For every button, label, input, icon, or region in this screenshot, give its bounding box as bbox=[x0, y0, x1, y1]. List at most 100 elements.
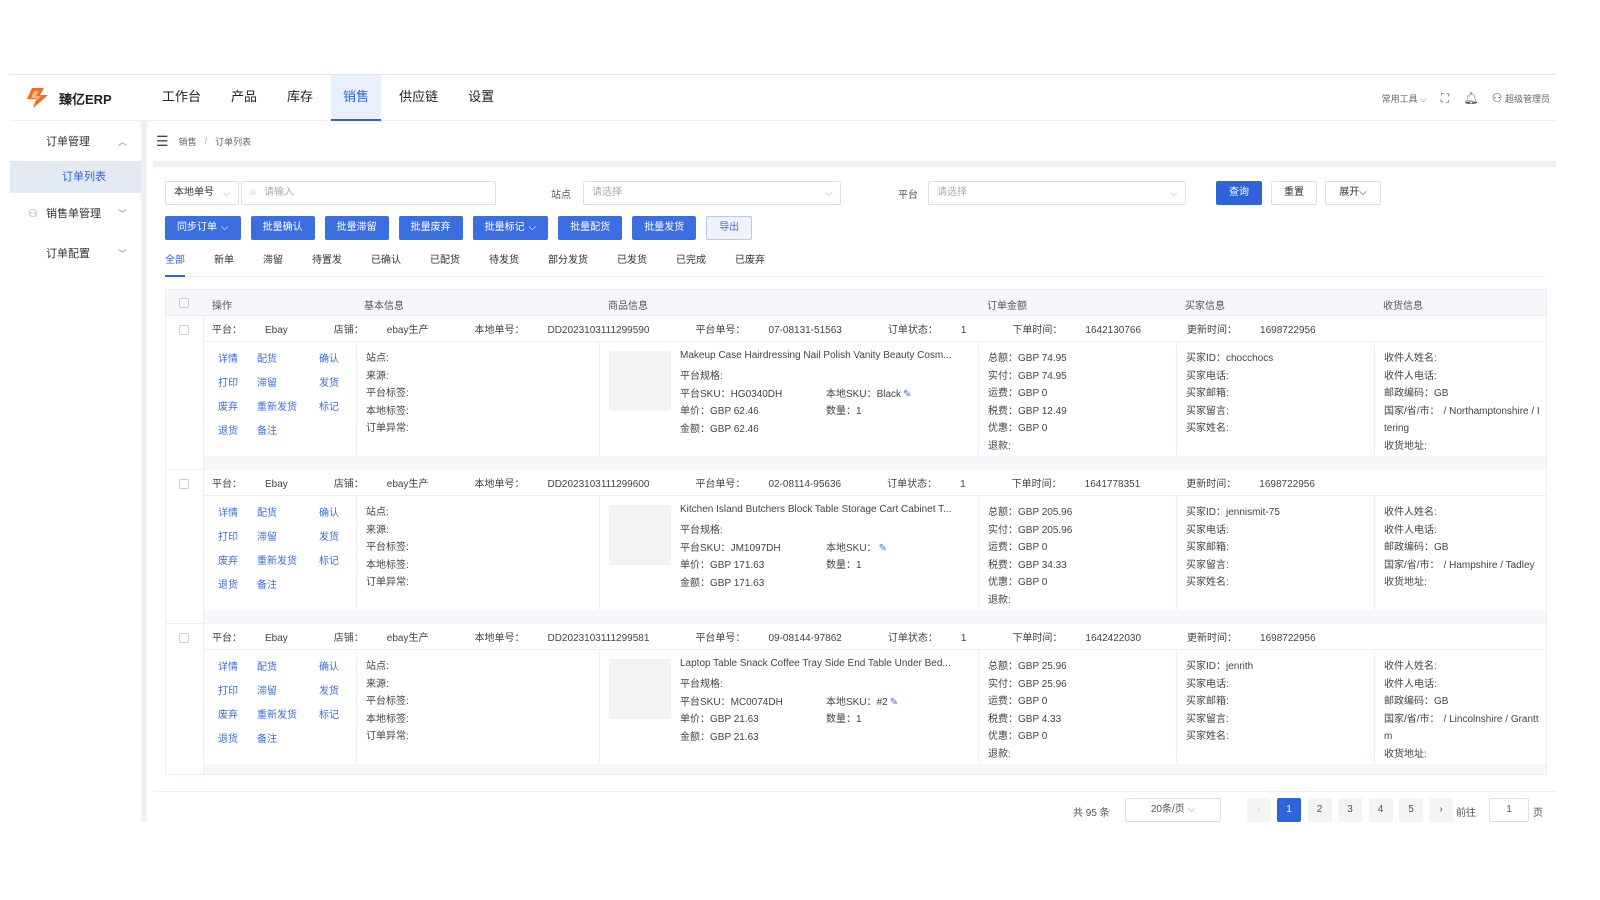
page-button-2[interactable]: 2 bbox=[1307, 798, 1332, 822]
action-link-3[interactable]: 打印 bbox=[218, 682, 238, 697]
sidebar-group-order-management[interactable]: 订单管理 ︿ bbox=[10, 121, 141, 161]
product-title[interactable]: Kitchen Island Butchers Block Table Stor… bbox=[680, 504, 970, 515]
field-label: 收件人姓名: bbox=[1384, 661, 1437, 672]
page-size-select[interactable]: 20条/页 ⌵ bbox=[1125, 798, 1221, 822]
action-link-8[interactable]: 标记 bbox=[319, 398, 339, 413]
breadcrumb-item[interactable]: 销售 bbox=[179, 135, 197, 148]
edit-icon[interactable]: ✎ bbox=[903, 389, 911, 400]
action-link-4[interactable]: 滞留 bbox=[257, 374, 277, 389]
product-title[interactable]: Makeup Case Hairdressing Nail Polish Van… bbox=[680, 350, 970, 361]
action-link-4[interactable]: 滞留 bbox=[257, 682, 277, 697]
action-link-10[interactable]: 备注 bbox=[257, 576, 277, 591]
action-link-2[interactable]: 确认 bbox=[319, 658, 339, 673]
action-link-9[interactable]: 退货 bbox=[218, 730, 238, 745]
tab-3[interactable]: 待置发 bbox=[312, 253, 342, 277]
action-link-8[interactable]: 标记 bbox=[319, 552, 339, 567]
search-input[interactable]: ○ 请输入 bbox=[241, 181, 496, 205]
sidebar-item-order-list[interactable]: 订单列表 bbox=[10, 161, 141, 193]
action-link-7[interactable]: 重新发货 bbox=[257, 398, 297, 413]
batch-button-0[interactable]: 同步订单 ⌵ bbox=[165, 216, 241, 240]
goto-page-input[interactable]: 1 bbox=[1489, 798, 1529, 822]
action-link-2[interactable]: 确认 bbox=[319, 504, 339, 519]
tab-9[interactable]: 已完成 bbox=[676, 253, 706, 277]
buyer-phone: 买家电话: bbox=[1186, 368, 1273, 386]
nav-item-4[interactable]: 供应链 bbox=[387, 75, 450, 121]
action-link-1[interactable]: 配货 bbox=[257, 658, 277, 673]
batch-button-2[interactable]: 批量滞留 bbox=[324, 216, 389, 240]
action-link-6[interactable]: 废弃 bbox=[218, 706, 238, 721]
reset-button[interactable]: 重置 bbox=[1271, 181, 1317, 205]
action-link-0[interactable]: 详情 bbox=[218, 658, 238, 673]
user-menu[interactable]: ⚇ 超级管理员 bbox=[1489, 90, 1550, 106]
tab-6[interactable]: 待发货 bbox=[489, 253, 519, 277]
action-link-1[interactable]: 配货 bbox=[257, 504, 277, 519]
action-link-8[interactable]: 标记 bbox=[319, 706, 339, 721]
action-link-3[interactable]: 打印 bbox=[218, 374, 238, 389]
tab-0[interactable]: 全部 bbox=[165, 253, 185, 277]
next-page-button[interactable]: › bbox=[1429, 798, 1453, 822]
nav-item-3[interactable]: 销售 bbox=[331, 75, 382, 121]
action-link-7[interactable]: 重新发货 bbox=[257, 706, 297, 721]
action-link-9[interactable]: 退货 bbox=[218, 576, 238, 591]
sidebar-group-order-config[interactable]: 订单配置 ﹀ bbox=[10, 233, 141, 273]
buyer-email: 买家邮箱: bbox=[1186, 539, 1280, 557]
select-all-checkbox[interactable] bbox=[179, 298, 189, 308]
sidebar-group-sales-orders[interactable]: ⚇ 销售单管理 ﹀ bbox=[10, 193, 141, 233]
menu-fold-icon[interactable]: ☰ bbox=[156, 133, 169, 150]
tab-2[interactable]: 滞留 bbox=[263, 253, 283, 277]
row-checkbox[interactable] bbox=[179, 633, 189, 643]
edit-icon[interactable]: ✎ bbox=[879, 543, 887, 554]
action-link-1[interactable]: 配货 bbox=[257, 350, 277, 365]
action-link-10[interactable]: 备注 bbox=[257, 730, 277, 745]
tab-1[interactable]: 新单 bbox=[214, 253, 234, 277]
common-tools-menu[interactable]: 常用工具 ⌵ bbox=[1382, 92, 1427, 105]
site-select[interactable]: 请选择 ⌵ bbox=[583, 181, 841, 205]
action-link-7[interactable]: 重新发货 bbox=[257, 552, 297, 567]
batch-button-7[interactable]: 导出 bbox=[706, 216, 753, 240]
tab-7[interactable]: 部分发货 bbox=[548, 253, 588, 277]
platform-select[interactable]: 请选择 ⌵ bbox=[928, 181, 1186, 205]
tab-8[interactable]: 已发货 bbox=[617, 253, 647, 277]
row-checkbox[interactable] bbox=[179, 325, 189, 335]
action-link-6[interactable]: 废弃 bbox=[218, 398, 238, 413]
action-link-9[interactable]: 退货 bbox=[218, 422, 238, 437]
order-row: 平台： Ebay 店铺： ebay生产 本地单号： DD2023103111299581 平… bbox=[166, 624, 1546, 774]
tab-5[interactable]: 已配货 bbox=[430, 253, 460, 277]
batch-button-3[interactable]: 批量废弃 bbox=[398, 216, 463, 240]
nav-item-1[interactable]: 产品 bbox=[219, 75, 269, 121]
action-link-3[interactable]: 打印 bbox=[218, 528, 238, 543]
action-link-2[interactable]: 确认 bbox=[319, 350, 339, 365]
action-link-5[interactable]: 发货 bbox=[319, 682, 339, 697]
page-button-4[interactable]: 4 bbox=[1368, 798, 1393, 822]
batch-button-6[interactable]: 批量发货 bbox=[632, 216, 697, 240]
batch-button-1[interactable]: 批量确认 bbox=[250, 216, 315, 240]
expand-button[interactable]: 展开⌵ bbox=[1325, 181, 1381, 205]
field-value: GBP 0 bbox=[1018, 696, 1048, 707]
page-button-3[interactable]: 3 bbox=[1338, 798, 1362, 822]
action-link-6[interactable]: 废弃 bbox=[218, 552, 238, 567]
page-button-1[interactable]: 1 bbox=[1277, 798, 1301, 822]
product-image bbox=[609, 659, 671, 719]
action-link-4[interactable]: 滞留 bbox=[257, 528, 277, 543]
action-link-0[interactable]: 详情 bbox=[218, 350, 238, 365]
row-checkbox[interactable] bbox=[179, 479, 189, 489]
prev-page-button[interactable]: ‹ bbox=[1247, 798, 1271, 822]
edit-icon[interactable]: ✎ bbox=[890, 697, 898, 708]
query-button[interactable]: 查询 bbox=[1216, 181, 1262, 205]
bell-icon[interactable]: 🔔︎ bbox=[1463, 90, 1479, 106]
action-link-5[interactable]: 发货 bbox=[319, 528, 339, 543]
page-button-5[interactable]: 5 bbox=[1399, 798, 1423, 822]
tab-4[interactable]: 已确认 bbox=[371, 253, 401, 277]
batch-button-4[interactable]: 批量标记 ⌵ bbox=[472, 216, 549, 240]
action-link-0[interactable]: 详情 bbox=[218, 504, 238, 519]
nav-item-0[interactable]: 工作台 bbox=[150, 75, 213, 121]
nav-item-2[interactable]: 库存 bbox=[275, 75, 325, 121]
product-title[interactable]: Laptop Table Snack Coffee Tray Side End … bbox=[680, 658, 970, 669]
search-type-select[interactable]: 本地单号 ⌵ bbox=[165, 181, 239, 205]
action-link-5[interactable]: 发货 bbox=[319, 374, 339, 389]
fullscreen-icon[interactable]: ⛶ bbox=[1437, 90, 1453, 106]
nav-item-5[interactable]: 设置 bbox=[456, 75, 506, 121]
action-link-10[interactable]: 备注 bbox=[257, 422, 277, 437]
batch-button-5[interactable]: 批量配货 bbox=[558, 216, 623, 240]
tab-10[interactable]: 已废弃 bbox=[735, 253, 765, 277]
